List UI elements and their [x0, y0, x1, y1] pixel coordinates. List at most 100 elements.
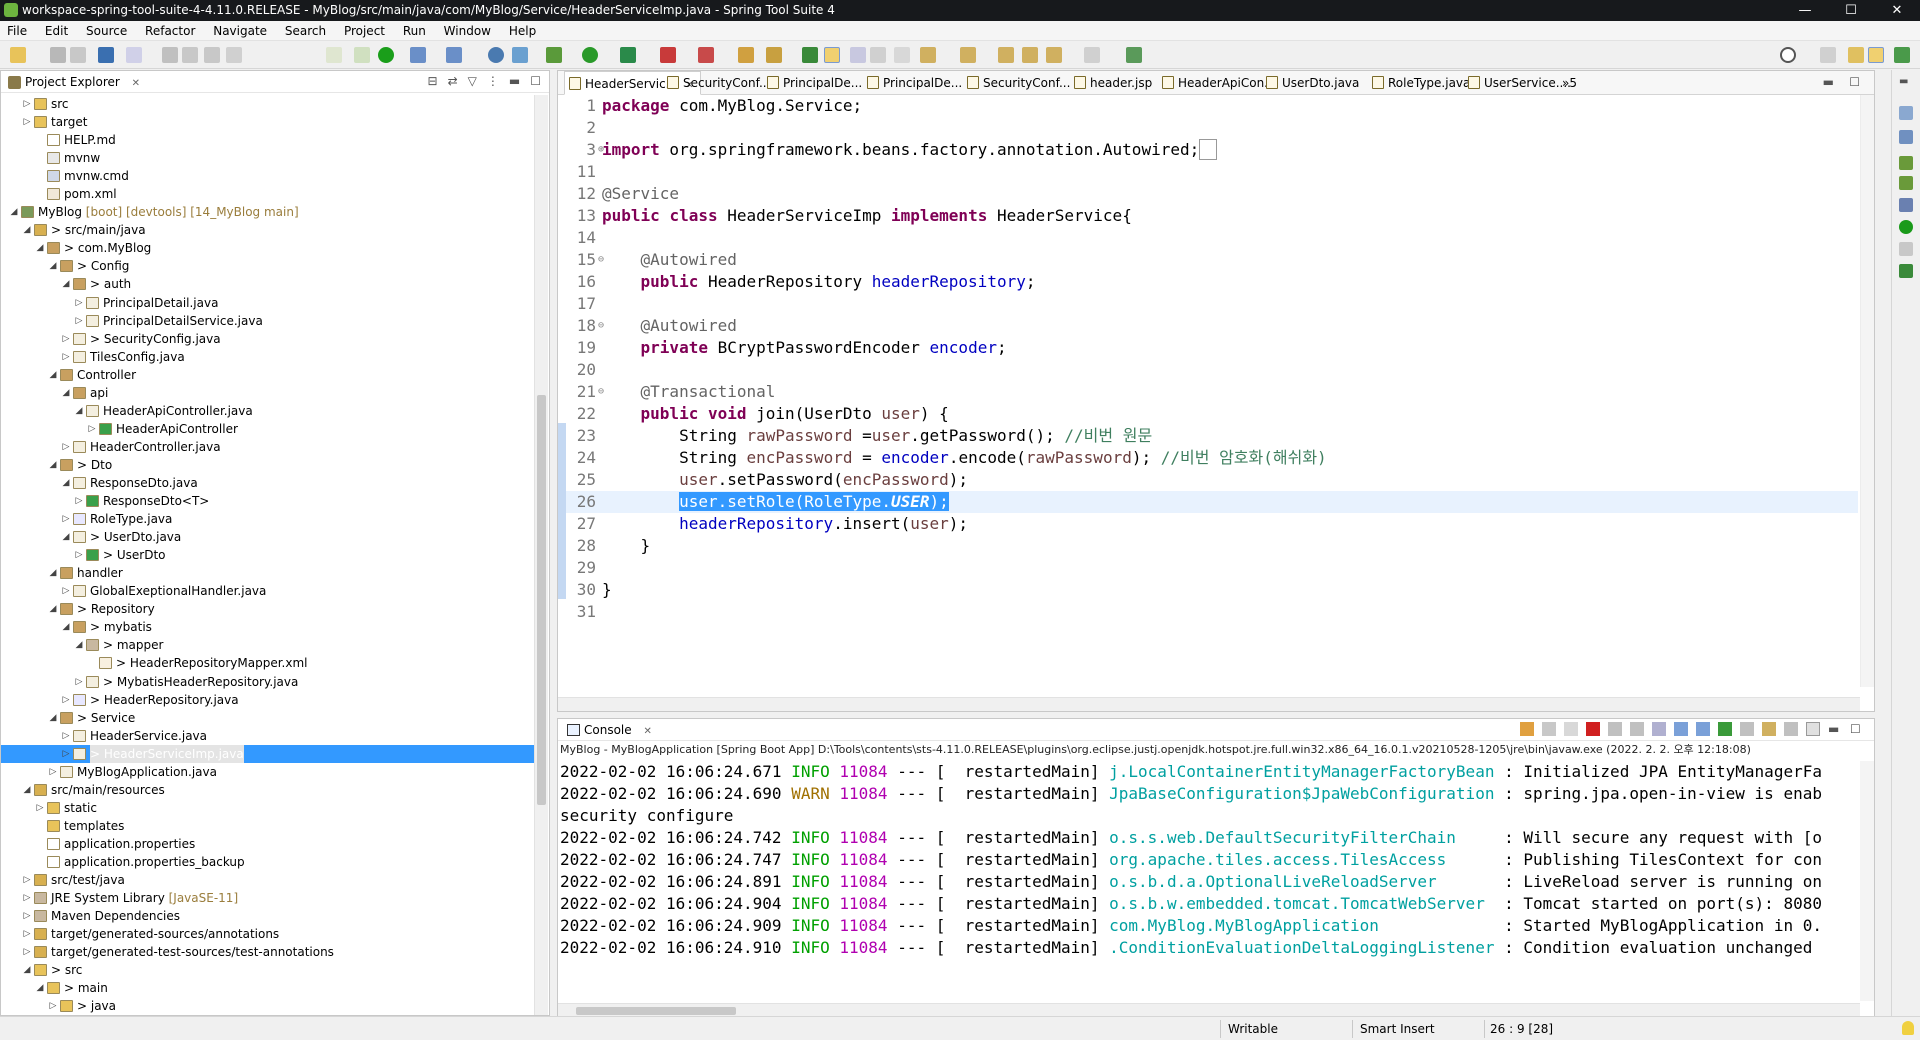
spring-perspective-icon[interactable] [1868, 47, 1884, 63]
expand-arrow-icon[interactable]: ▷ [22, 871, 32, 889]
tree-item[interactable]: ▷ Maven Dependencies [1, 907, 535, 925]
tree-item[interactable]: ▷ static [1, 799, 535, 817]
show-stdout-icon[interactable] [1674, 722, 1688, 736]
project-explorer-tab[interactable]: Project Explorer ✕ [5, 73, 148, 92]
expand-arrow-icon[interactable]: ▷ [22, 113, 32, 131]
code-line[interactable]: 24 String encPassword = encoder.encode(r… [558, 447, 1858, 469]
code-line[interactable]: 15 ⊖ @Autowired [558, 249, 1858, 271]
tree-item[interactable]: ▷ HeaderService.java [1, 727, 535, 745]
debug-perspective-icon[interactable] [1894, 47, 1910, 63]
tree-item[interactable]: ◢ > com.MyBlog [1, 239, 535, 257]
menu-file[interactable]: File [0, 21, 34, 41]
debug-icon[interactable] [546, 47, 562, 63]
code-line[interactable]: 19 private BCryptPasswordEncoder encoder… [558, 337, 1858, 359]
collapse-arrow-icon[interactable]: ◢ [74, 402, 84, 420]
suspend-icon[interactable] [182, 47, 198, 63]
tree-item[interactable]: ▷ RoleType.java [1, 510, 535, 528]
code-line[interactable]: 25 user.setPassword(encPassword); [558, 469, 1858, 491]
code-line[interactable]: 18 ⊖ @Autowired [558, 315, 1858, 337]
save-all-icon[interactable] [70, 47, 86, 63]
editor-tab[interactable]: PrincipalDe... [863, 71, 968, 95]
tree-item[interactable]: ◢ > main [1, 979, 535, 997]
back-icon[interactable] [1022, 47, 1038, 63]
highlight-icon[interactable] [824, 47, 840, 63]
word-wrap-icon[interactable] [1652, 722, 1666, 736]
tree-item[interactable]: ▷ TilesConfig.java [1, 348, 535, 366]
expand-arrow-icon[interactable]: ▷ [48, 763, 58, 781]
menu-navigate[interactable]: Navigate [206, 21, 274, 41]
run-icon[interactable] [582, 47, 598, 63]
tree-item[interactable]: ◢ > UserDto.java [1, 528, 535, 546]
expand-arrow-icon[interactable]: ▷ [22, 95, 32, 113]
expand-arrow-icon[interactable]: ▷ [74, 492, 84, 510]
tree-item[interactable]: ▷ HeaderApiController [1, 420, 535, 438]
editor-tab[interactable]: RoleType.java [1368, 71, 1476, 95]
minimize-button[interactable]: — [1782, 0, 1828, 21]
menu-run[interactable]: Run [396, 21, 433, 41]
tree-item[interactable]: ◢ api [1, 384, 535, 402]
tree-item[interactable]: ▷ src [1, 95, 535, 113]
console-hscrollbar-thumb[interactable] [576, 1007, 736, 1015]
tree-item[interactable]: HELP.md [1, 131, 535, 149]
expand-arrow-icon[interactable]: ▷ [61, 691, 71, 709]
tree-item[interactable]: ◢ src/main/resources [1, 781, 535, 799]
tree-item[interactable]: ▷ > UserDto [1, 546, 535, 564]
tree-item[interactable]: ◢ MyBlog [boot] [devtools] [14_MyBlog mai… [1, 203, 535, 221]
tree-item[interactable]: ▷ src/test/java [1, 871, 535, 889]
web-browser-icon[interactable] [488, 47, 504, 63]
collapse-arrow-icon[interactable]: ◢ [48, 564, 58, 582]
collapse-arrow-icon[interactable]: ◢ [22, 961, 32, 979]
terminate-icon[interactable] [204, 47, 220, 63]
restart-icon[interactable] [1520, 722, 1534, 736]
show-stderr-icon[interactable] [1696, 722, 1710, 736]
step-over-icon[interactable] [354, 47, 370, 63]
tree-item[interactable]: ▷ target/generated-sources/annotations [1, 925, 535, 943]
notification-icon[interactable] [1902, 1021, 1914, 1035]
coverage-icon[interactable] [620, 47, 636, 63]
boot-dashboard-view-icon[interactable] [1899, 220, 1913, 234]
last-edit-icon[interactable] [998, 47, 1014, 63]
code-line[interactable]: 23 String rawPassword =user.getPassword(… [558, 425, 1858, 447]
close-icon[interactable]: ✕ [132, 78, 140, 89]
expand-arrow-icon[interactable]: ▷ [35, 799, 45, 817]
tree-item[interactable]: ▷ > java [1, 997, 535, 1015]
tree-item[interactable]: ▷ target [1, 113, 535, 131]
menu-help[interactable]: Help [502, 21, 543, 41]
console-output[interactable]: 2022-02-02 16:06:24.671 INFO 11084 --- [… [560, 761, 1850, 991]
collapse-all-icon[interactable]: ⊟ [428, 74, 438, 88]
code-line[interactable]: 22 public void join(UserDto user) { [558, 403, 1858, 425]
tree-item[interactable]: ◢ Controller [1, 366, 535, 384]
tree-item[interactable]: ◢ ResponseDto.java [1, 474, 535, 492]
filter-icon[interactable]: ▽ [468, 74, 477, 88]
show-whitespace-icon[interactable] [894, 47, 910, 63]
minimize-view-icon[interactable]: ▬ [1823, 75, 1834, 89]
open-console-icon[interactable] [1762, 722, 1776, 736]
expand-arrow-icon[interactable]: ▷ [61, 510, 71, 528]
skip-breakpoints-icon[interactable] [126, 47, 142, 63]
tree-item[interactable]: ▷ PrincipalDetail.java [1, 294, 535, 312]
link-with-editor-icon[interactable]: ⇄ [448, 74, 458, 88]
next-annotation-icon[interactable] [920, 47, 936, 63]
new-project-icon[interactable] [410, 47, 426, 63]
collapse-arrow-icon[interactable]: ◢ [22, 781, 32, 799]
collapse-arrow-icon[interactable]: ◢ [48, 456, 58, 474]
expand-arrow-icon[interactable]: ▷ [61, 330, 71, 348]
problems-icon[interactable] [1899, 156, 1913, 170]
task-list-icon[interactable] [1899, 130, 1913, 144]
search-icon[interactable] [1780, 47, 1796, 63]
editor-tab[interactable]: PrincipalDe... [763, 71, 868, 95]
search-toolbar-icon[interactable] [766, 47, 782, 63]
editor-hscrollbar[interactable] [558, 697, 1860, 711]
expand-arrow-icon[interactable]: ▷ [61, 438, 71, 456]
collapse-arrow-icon[interactable]: ◢ [61, 275, 71, 293]
tree-item[interactable]: ◢ > auth [1, 275, 535, 293]
menu-window[interactable]: Window [437, 21, 498, 41]
expand-arrow-icon[interactable]: ▷ [74, 312, 84, 330]
expand-arrow-icon[interactable]: ▷ [22, 925, 32, 943]
word-wrap-icon[interactable] [870, 47, 886, 63]
declaration-icon[interactable] [1899, 242, 1913, 256]
expand-arrow-icon[interactable]: ▷ [61, 582, 71, 600]
expand-arrow-icon[interactable]: ▷ [61, 745, 71, 763]
editor-tab[interactable]: header.jsp [1070, 71, 1158, 95]
terminate-icon[interactable] [1586, 722, 1600, 736]
